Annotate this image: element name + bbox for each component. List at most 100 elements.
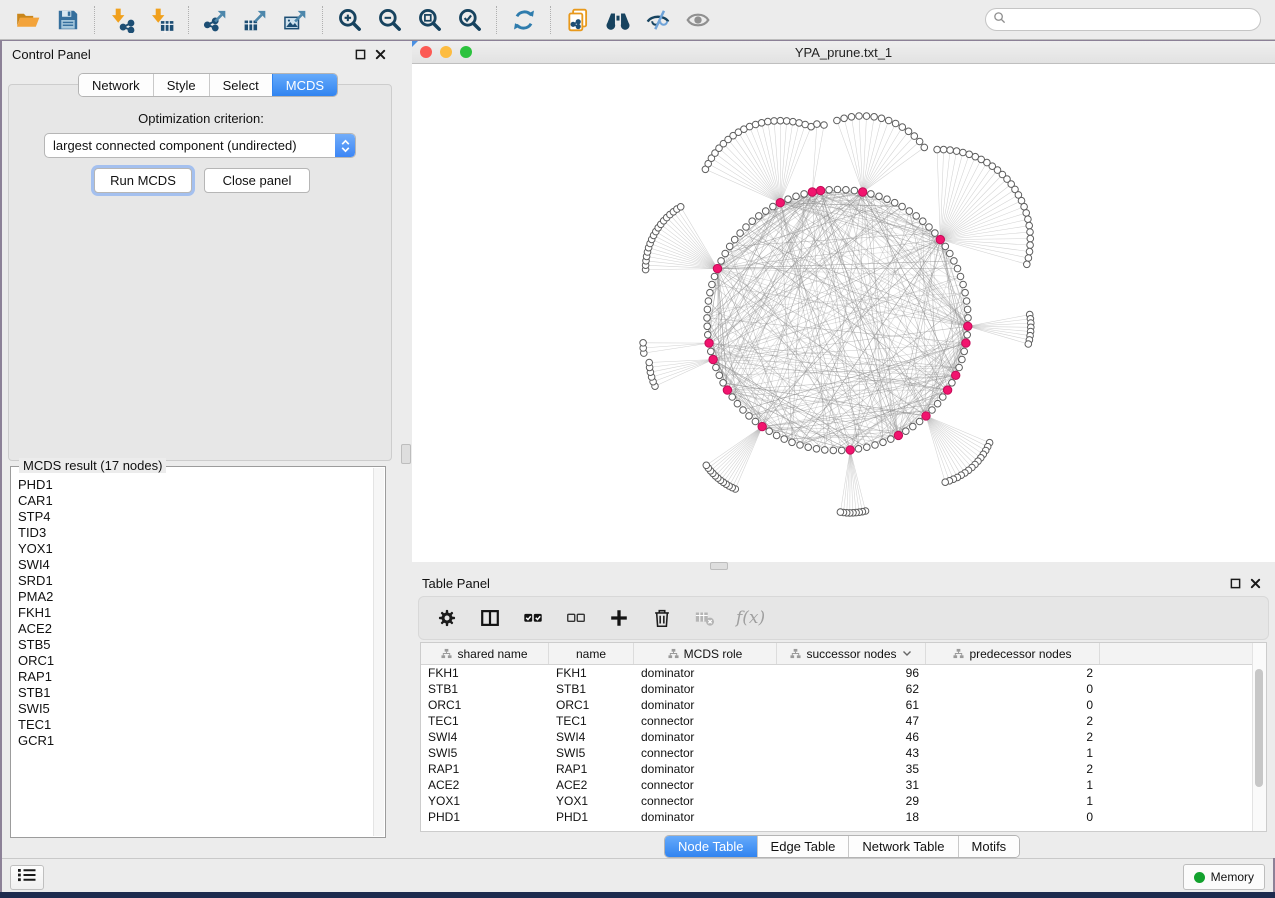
network-node[interactable] [646,359,653,366]
network-node[interactable] [884,196,891,203]
table-row[interactable]: YOX1YOX1connector291 [421,793,1266,809]
network-node[interactable] [734,400,741,407]
network-node[interactable] [705,298,712,305]
network-node[interactable] [913,213,920,220]
network-node[interactable] [949,380,956,387]
network-node[interactable] [783,118,790,125]
network-node[interactable] [903,428,910,435]
network-node[interactable] [885,117,892,124]
network-node[interactable] [797,442,804,449]
network-node[interactable] [790,118,797,125]
network-node[interactable] [934,146,941,153]
network-node[interactable] [891,199,898,206]
close-table-panel-icon[interactable] [1245,574,1265,592]
network-node[interactable] [910,423,917,430]
close-panel-icon[interactable] [370,45,390,63]
network-node[interactable] [1025,341,1032,348]
mcds-result-item[interactable]: YOX1 [18,541,372,557]
network-node[interactable] [963,298,970,305]
deselect-all-rows-button[interactable] [564,606,588,630]
mcds-result-item[interactable]: TEC1 [18,717,372,733]
network-node[interactable] [851,187,858,194]
network-node[interactable] [942,243,949,250]
close-window-traffic-light[interactable] [420,46,432,58]
column-header-name[interactable]: name [549,643,634,664]
network-node[interactable] [716,372,723,379]
add-column-button[interactable] [607,606,631,630]
horizontal-splitter-handle[interactable] [710,562,728,570]
mcds-result-item[interactable]: STB1 [18,685,372,701]
mcds-hub-node[interactable] [952,371,960,379]
network-node[interactable] [878,115,885,122]
search-network-button[interactable] [598,3,638,37]
network-node[interactable] [796,120,803,127]
result-list-scrollbar[interactable] [373,468,384,836]
network-node[interactable] [805,444,812,451]
statusbar-menu-button[interactable] [10,865,44,890]
export-table-button[interactable] [236,3,276,37]
network-node[interactable] [830,447,837,454]
save-session-button[interactable] [48,3,88,37]
network-node[interactable] [934,400,941,407]
tab-style[interactable]: Style [153,74,209,96]
network-node[interactable] [960,149,967,156]
mcds-result-item[interactable]: ACE2 [18,621,372,637]
mcds-hub-node[interactable] [723,386,731,394]
mcds-result-item[interactable]: RAP1 [18,669,372,685]
network-node[interactable] [954,265,961,272]
mcds-hub-node[interactable] [758,422,766,430]
table-scrollbar[interactable] [1252,643,1266,831]
mcds-result-item[interactable]: CAR1 [18,493,372,509]
mcds-result-item[interactable]: GCR1 [18,733,372,749]
network-window-titlebar[interactable]: YPA_prune.txt_1 [412,41,1275,64]
network-node[interactable] [838,447,845,454]
zoom-selected-button[interactable] [450,3,490,37]
mcds-hub-node[interactable] [964,322,972,330]
table-row[interactable]: SWI5SWI5connector431 [421,745,1266,761]
table-row[interactable]: FKH1FKH1dominator962 [421,665,1266,681]
mcds-hub-node[interactable] [859,188,867,196]
network-node[interactable] [911,133,918,140]
network-node[interactable] [758,120,765,127]
network-node[interactable] [962,289,969,296]
network-node[interactable] [704,306,711,313]
network-node[interactable] [762,208,769,215]
mcds-hub-node[interactable] [713,264,721,272]
import-table-from-file-button[interactable] [142,3,182,37]
network-node[interactable] [961,348,968,355]
mcds-result-item[interactable]: TID3 [18,525,372,541]
tab-network-table[interactable]: Network Table [848,836,957,857]
network-canvas[interactable] [412,63,1275,562]
open-session-button[interactable] [8,3,48,37]
memory-button[interactable]: Memory [1183,864,1265,890]
mcds-hub-node[interactable] [705,339,713,347]
vertical-splitter-handle[interactable] [401,444,411,464]
mcds-hub-node[interactable] [962,339,970,347]
network-node[interactable] [892,120,899,127]
tab-mcds[interactable]: MCDS [272,74,337,96]
network-node[interactable] [871,114,878,121]
network-node[interactable] [793,193,800,200]
table-scrollbar-thumb[interactable] [1255,669,1263,787]
export-image-button[interactable] [276,3,316,37]
network-node[interactable] [720,380,727,387]
network-node[interactable] [834,117,841,124]
network-node[interactable] [814,121,821,128]
clone-network-button[interactable] [558,3,598,37]
network-node[interactable] [906,208,913,215]
network-node[interactable] [726,243,733,250]
network-node[interactable] [703,462,710,469]
network-node[interactable] [872,442,879,449]
select-all-rows-button[interactable] [521,606,545,630]
network-node[interactable] [920,218,927,225]
network-node[interactable] [947,250,954,257]
network-node[interactable] [932,230,939,237]
delete-columns-button[interactable] [650,606,674,630]
network-node[interactable] [916,418,923,425]
mcds-result-item[interactable]: STB5 [18,637,372,653]
network-node[interactable] [704,315,711,322]
network-node[interactable] [876,193,883,200]
network-node[interactable] [855,446,862,453]
network-node[interactable] [863,113,870,120]
network-node[interactable] [899,124,906,131]
